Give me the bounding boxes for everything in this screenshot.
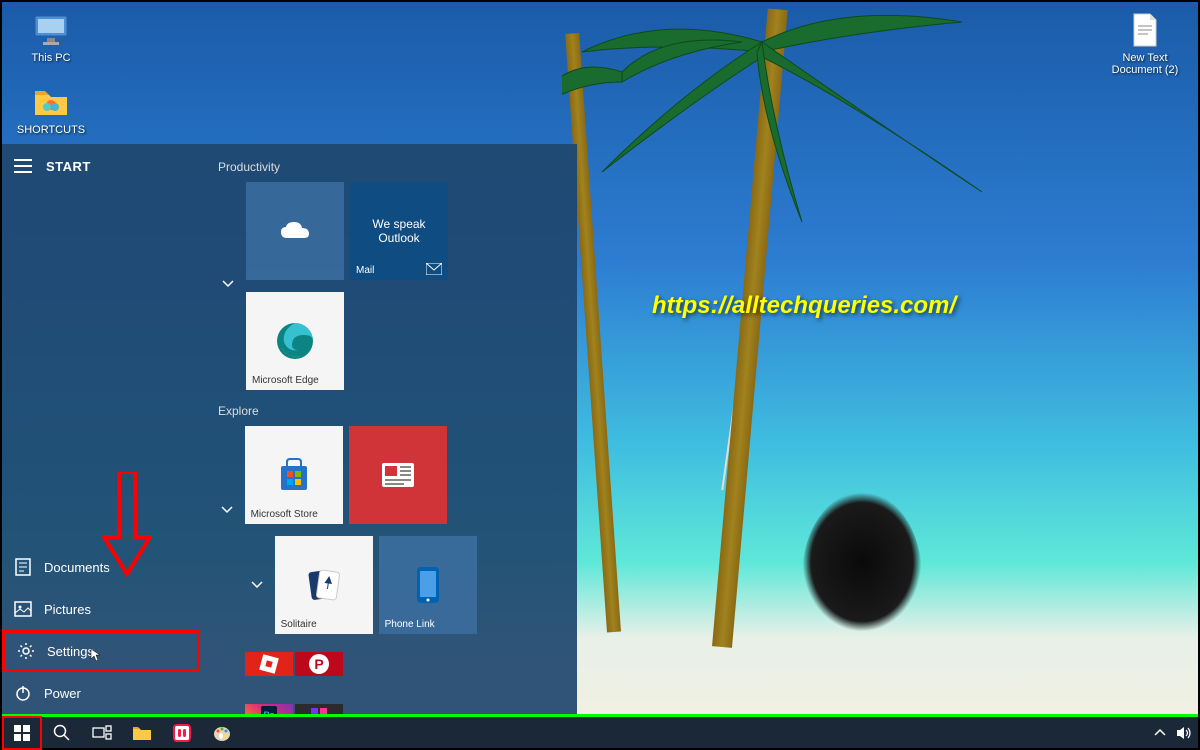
system-tray bbox=[1154, 726, 1198, 740]
start-button[interactable] bbox=[2, 716, 42, 750]
cloud-icon bbox=[274, 210, 316, 252]
chevron-down-icon[interactable] bbox=[216, 182, 240, 386]
folder-icon bbox=[31, 82, 71, 122]
start-header: START bbox=[2, 144, 200, 188]
svg-text:P: P bbox=[314, 656, 323, 672]
scenery-hanging-chair bbox=[802, 492, 922, 632]
cursor-icon bbox=[90, 648, 104, 662]
pictures-icon bbox=[14, 600, 32, 618]
start-menu: START Documents Pictures Settings bbox=[2, 144, 577, 714]
desktop-icon-this-pc[interactable]: This PC bbox=[16, 10, 86, 64]
power-icon bbox=[14, 684, 32, 702]
tile-microsoft-edge[interactable]: Microsoft Edge bbox=[246, 292, 344, 390]
app-icon bbox=[295, 704, 343, 714]
tile-label: Microsoft Store bbox=[251, 509, 318, 520]
tile-group-explore[interactable]: Explore bbox=[218, 404, 561, 418]
tile-label: Phone Link bbox=[385, 619, 435, 630]
taskbar-paint[interactable] bbox=[202, 716, 242, 750]
taskbar-app-red[interactable] bbox=[162, 716, 202, 750]
edge-icon bbox=[274, 320, 316, 362]
search-icon bbox=[53, 724, 71, 742]
start-title: START bbox=[46, 159, 91, 174]
tile-solitaire[interactable]: Solitaire bbox=[275, 536, 373, 634]
desktop-icon-new-text-document[interactable]: New Text Document (2) bbox=[1110, 10, 1180, 76]
sidebar-item-label: Settings bbox=[47, 644, 94, 659]
desktop-icon-label: New Text Document (2) bbox=[1110, 52, 1180, 76]
task-view-icon bbox=[92, 725, 112, 741]
solitaire-icon bbox=[303, 564, 345, 606]
tile-label: Mail bbox=[356, 265, 374, 276]
tile-outlook[interactable]: We speak Outlook Mail bbox=[350, 182, 448, 280]
desktop-icon-label: This PC bbox=[31, 52, 70, 64]
sidebar-item-settings[interactable]: Settings bbox=[2, 630, 200, 672]
tile-phone-link[interactable]: Phone Link bbox=[379, 536, 477, 634]
volume-icon bbox=[1176, 726, 1192, 740]
sidebar-item-label: Pictures bbox=[44, 602, 91, 617]
scenery-palm-leaves bbox=[562, 0, 1012, 232]
app-icon bbox=[173, 724, 191, 742]
tile-news[interactable] bbox=[349, 426, 447, 524]
adobe-icon: Ps bbox=[245, 704, 293, 714]
taskbar-file-explorer[interactable] bbox=[122, 716, 162, 750]
tile-play-folder[interactable]: P Ps Play bbox=[245, 640, 343, 714]
watermark-url: https://alltechqueries.com/ bbox=[652, 292, 956, 320]
tile-group-productivity[interactable]: Productivity bbox=[218, 160, 561, 174]
folder-icon bbox=[132, 725, 152, 741]
chevron-down-icon[interactable] bbox=[216, 426, 239, 714]
phone-link-icon bbox=[407, 564, 449, 606]
desktop-icon-label: SHORTCUTS bbox=[17, 124, 85, 136]
systray-chevron-up[interactable] bbox=[1154, 729, 1166, 737]
tile-cloud[interactable] bbox=[246, 182, 344, 280]
sidebar-item-pictures[interactable]: Pictures bbox=[2, 588, 200, 630]
windows-icon bbox=[14, 725, 30, 741]
tile-label: Microsoft Edge bbox=[252, 375, 319, 386]
systray-volume[interactable] bbox=[1176, 726, 1192, 740]
taskbar-search[interactable] bbox=[42, 716, 82, 750]
chevron-down-icon[interactable] bbox=[245, 536, 269, 634]
gear-icon bbox=[17, 642, 35, 660]
document-icon bbox=[14, 558, 32, 576]
sidebar-item-label: Documents bbox=[44, 560, 110, 575]
sidebar-item-power[interactable]: Power bbox=[2, 672, 200, 714]
mail-icon bbox=[426, 263, 442, 275]
tile-label: Solitaire bbox=[281, 619, 317, 630]
start-sidebar: START Documents Pictures Settings bbox=[2, 144, 200, 714]
taskbar bbox=[2, 714, 1198, 748]
hamburger-icon[interactable] bbox=[14, 159, 32, 173]
paint-icon bbox=[212, 723, 232, 743]
pinterest-icon: P bbox=[295, 652, 343, 676]
sidebar-item-documents[interactable]: Documents bbox=[2, 546, 200, 588]
start-tiles-area: Productivity We speak Outlook Mail bbox=[200, 144, 577, 714]
computer-icon bbox=[31, 10, 71, 50]
sidebar-item-label: Power bbox=[44, 686, 81, 701]
roblox-icon bbox=[245, 652, 293, 676]
annotation-red-arrow bbox=[102, 472, 152, 577]
taskbar-task-view[interactable] bbox=[82, 716, 122, 750]
desktop-icon-shortcuts[interactable]: SHORTCUTS bbox=[16, 82, 86, 136]
tile-text: We speak Outlook bbox=[350, 213, 448, 249]
tile-microsoft-store[interactable]: Microsoft Store bbox=[245, 426, 343, 524]
news-icon bbox=[377, 454, 419, 496]
text-file-icon bbox=[1125, 10, 1165, 50]
store-icon bbox=[273, 454, 315, 496]
chevron-up-icon bbox=[1154, 729, 1166, 737]
